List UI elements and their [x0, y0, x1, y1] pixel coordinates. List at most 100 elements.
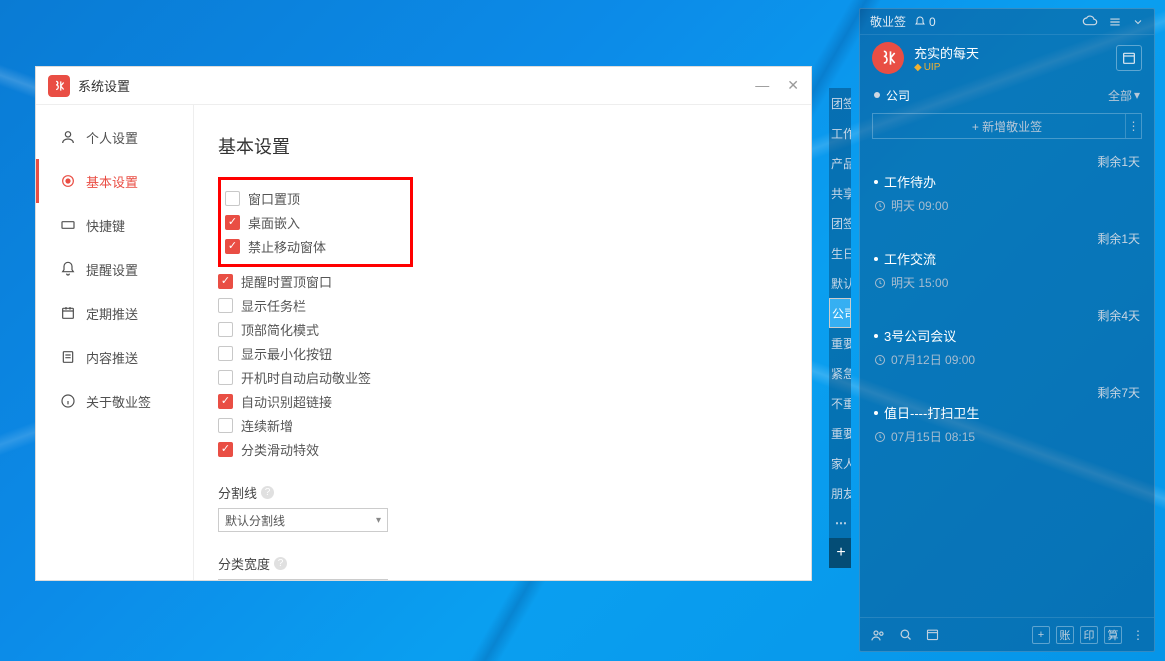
settings-sidebar: 个人设置 基本设置 快捷键 提醒设置 定期推送 内容推送 — [36, 105, 194, 580]
sidebar-item-schedule-push[interactable]: 定期推送 — [36, 291, 193, 335]
checkbox-row[interactable]: 显示任务栏 — [218, 293, 787, 317]
bg-tab[interactable]: 重要 — [829, 328, 851, 358]
width-select[interactable]: 小（27px）▾ — [218, 579, 388, 580]
checkbox[interactable] — [218, 298, 233, 313]
widget-notif[interactable]: 0 — [914, 15, 936, 29]
team-icon[interactable] — [870, 627, 886, 643]
bg-tab[interactable]: 生日 — [829, 238, 851, 268]
footer-square-button[interactable]: 算 — [1104, 626, 1122, 644]
drag-handle-icon[interactable]: ⋮ — [1125, 114, 1141, 138]
divider-select[interactable]: 默认分割线▾ — [218, 508, 388, 532]
note-title: 工作待办 — [874, 172, 1140, 191]
settings-window: 系统设置 — ✕ 个人设置 基本设置 快捷键 提醒设置 — [35, 66, 812, 581]
bg-tab-add[interactable]: + — [829, 538, 851, 568]
category-filter[interactable]: 全部▾ — [1108, 87, 1140, 104]
info-icon — [60, 393, 76, 409]
bg-tab[interactable]: 团签 — [829, 88, 851, 118]
calendar-button[interactable] — [1116, 45, 1142, 71]
close-button[interactable]: ✕ — [787, 77, 799, 94]
checkbox[interactable] — [218, 442, 233, 457]
chevron-down-icon[interactable] — [1132, 16, 1144, 28]
checkbox[interactable] — [218, 346, 233, 361]
section-title: 基本设置 — [218, 133, 787, 159]
checkbox-row[interactable]: 自动识别超链接 — [218, 389, 787, 413]
sidebar-item-content-push[interactable]: 内容推送 — [36, 335, 193, 379]
bg-tab[interactable]: 紧急 — [829, 358, 851, 388]
checkbox-label: 禁止移动窗体 — [248, 237, 326, 256]
window-title: 系统设置 — [78, 76, 130, 95]
checkbox-label: 桌面嵌入 — [248, 213, 300, 232]
width-label: 分类宽度? — [218, 554, 787, 573]
sidebar-item-about[interactable]: 关于敬业签 — [36, 379, 193, 423]
checkbox[interactable] — [225, 239, 240, 254]
checkbox-row[interactable]: 窗口置顶 — [225, 186, 402, 210]
checkbox-row[interactable]: 顶部简化模式 — [218, 317, 787, 341]
chevron-down-icon: ▾ — [1134, 88, 1140, 102]
highlight-box: 窗口置顶桌面嵌入禁止移动窗体 — [218, 177, 413, 267]
bg-tab[interactable]: 工作 — [829, 118, 851, 148]
doc-icon — [60, 349, 76, 365]
keyboard-icon — [60, 217, 76, 233]
checkbox-row[interactable]: 连续新增 — [218, 413, 787, 437]
calendar-icon — [60, 305, 76, 321]
sidebar-item-shortcut[interactable]: 快捷键 — [36, 203, 193, 247]
sidebar-item-label: 关于敬业签 — [86, 392, 151, 411]
footer-square-button[interactable]: 账 — [1056, 626, 1074, 644]
cloud-sync-icon[interactable] — [1082, 14, 1098, 30]
checkbox[interactable] — [218, 394, 233, 409]
checkbox-row[interactable]: 开机时自动启动敬业签 — [218, 365, 787, 389]
widget-category-row[interactable]: 公司 全部▾ — [860, 81, 1154, 109]
help-icon[interactable]: ? — [274, 557, 287, 570]
bg-tab[interactable]: 重要 — [829, 418, 851, 448]
note-item[interactable]: 剩余1天 工作交流 明天 15:00 — [860, 224, 1154, 301]
archive-icon[interactable] — [925, 627, 940, 642]
bg-tab[interactable]: 团签 — [829, 208, 851, 238]
sidebar-item-label: 个人设置 — [86, 128, 138, 147]
bg-tab[interactable]: 默认 — [829, 268, 851, 298]
app-logo-icon — [48, 75, 70, 97]
minimize-button[interactable]: — — [755, 77, 769, 94]
checkbox[interactable] — [218, 322, 233, 337]
note-item[interactable]: 剩余4天 3号公司会议 07月12日 09:00 — [860, 301, 1154, 378]
search-icon[interactable] — [898, 627, 913, 642]
user-icon — [60, 129, 76, 145]
sidebar-item-label: 快捷键 — [86, 216, 125, 235]
checkbox[interactable] — [218, 274, 233, 289]
checkbox[interactable] — [225, 215, 240, 230]
checkbox[interactable] — [218, 418, 233, 433]
menu-icon[interactable] — [1108, 15, 1122, 29]
bg-tab[interactable]: 产品 — [829, 148, 851, 178]
note-item[interactable]: 剩余1天 工作待办 明天 09:00 — [860, 147, 1154, 224]
sidebar-item-basic[interactable]: 基本设置 — [36, 159, 193, 203]
checkbox-row[interactable]: 提醒时置顶窗口 — [218, 269, 787, 293]
checkbox-row[interactable]: 桌面嵌入 — [225, 210, 402, 234]
footer-square-button[interactable]: + — [1032, 626, 1050, 644]
help-icon[interactable]: ? — [261, 486, 274, 499]
note-remain: 剩余7天 — [874, 384, 1140, 401]
checkbox[interactable] — [225, 191, 240, 206]
add-note-button[interactable]: + 新增敬业签 ⋮ — [872, 113, 1142, 139]
checkbox-row[interactable]: 显示最小化按钮 — [218, 341, 787, 365]
avatar[interactable] — [872, 42, 904, 74]
widget-header: 敬业签 0 — [860, 9, 1154, 35]
sidebar-item-label: 基本设置 — [86, 172, 138, 191]
chevron-down-icon: ▾ — [376, 515, 381, 526]
note-time: 明天 09:00 — [874, 197, 1140, 214]
checkbox-row[interactable]: 禁止移动窗体 — [225, 234, 402, 258]
checkbox-row[interactable]: 分类滑动特效 — [218, 437, 787, 461]
bg-tab[interactable]: 不重 — [829, 388, 851, 418]
sidebar-item-reminder[interactable]: 提醒设置 — [36, 247, 193, 291]
footer-square-button[interactable]: 印 — [1080, 626, 1098, 644]
sidebar-item-personal[interactable]: 个人设置 — [36, 115, 193, 159]
checkbox-label: 自动识别超链接 — [241, 392, 332, 411]
bg-tab[interactable]: 朋友 — [829, 478, 851, 508]
bg-tab-more[interactable]: ⋯ — [829, 508, 851, 538]
bg-tab[interactable]: 家人 — [829, 448, 851, 478]
sticky-widget: 敬业签 0 充实的每天 ◆UIP 公司 全部▾ + 新增敬业签 ⋮ 剩余1天 工… — [859, 8, 1155, 652]
note-item[interactable]: 剩余7天 值日----打扫卫生 07月15日 08:15 — [860, 378, 1154, 455]
bg-tab[interactable]: 公司 — [829, 298, 851, 328]
note-remain: 剩余1天 — [874, 153, 1140, 170]
checkbox[interactable] — [218, 370, 233, 385]
bg-tab[interactable]: 共享 — [829, 178, 851, 208]
more-icon[interactable]: ⋮ — [1132, 628, 1144, 642]
